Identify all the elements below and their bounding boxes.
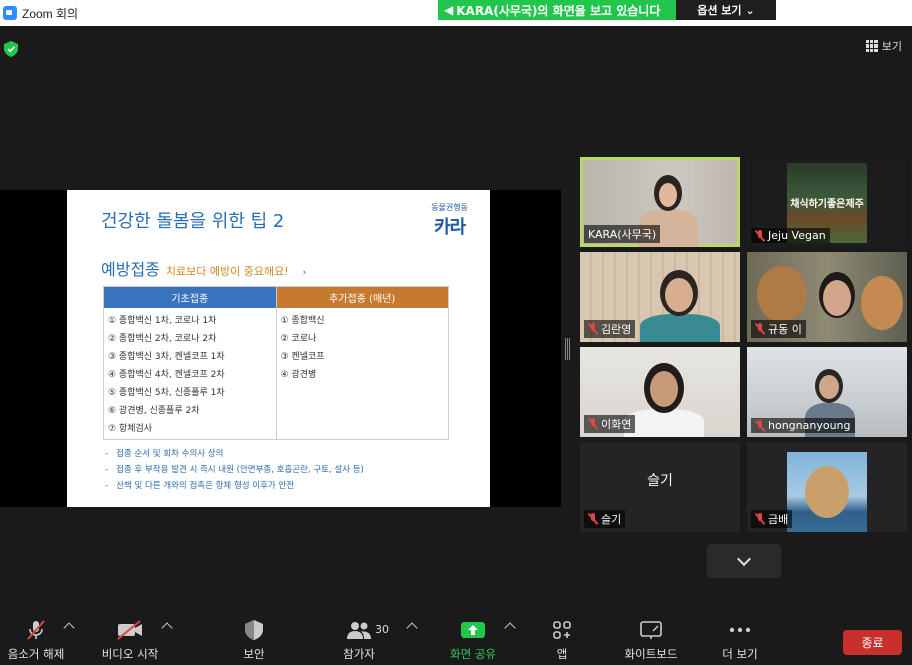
column-header: 기초접종: [104, 287, 276, 308]
org-logo: 동물권행동 카라: [431, 203, 468, 238]
profile-image: [787, 452, 867, 532]
splitter-handle[interactable]: [565, 338, 570, 360]
participant-name: Jeju Vegan: [751, 228, 830, 243]
chevron-down-icon: ⌄: [745, 3, 755, 17]
video-tile[interactable]: 채식하기좋은제주 Jeju Vegan: [747, 157, 907, 247]
participants-icon: [346, 618, 372, 642]
share-message: ◀ KARA(사무국)의 화면을 보고 있습니다: [438, 0, 676, 20]
whiteboard-button[interactable]: 화이트보드: [616, 612, 686, 665]
note-item: 접종 순서 및 회차 수의사 상의: [105, 446, 364, 462]
video-tile[interactable]: 금배: [747, 442, 907, 532]
muted-mic-icon: [755, 323, 765, 335]
start-video-button[interactable]: 비디오 시작: [96, 612, 164, 665]
video-tile[interactable]: 이화연: [580, 347, 740, 437]
video-tile[interactable]: hongnanyoung: [747, 347, 907, 437]
view-button[interactable]: 보기: [865, 38, 902, 54]
share-screen-icon: [460, 618, 486, 642]
participant-name: KARA(사무국): [584, 225, 661, 243]
shield-icon: [244, 618, 264, 642]
vaccine-table: 기초접종 ① 종합백신 1차, 코로나 1차 ② 종합백신 2차, 코로나 2차…: [103, 286, 449, 440]
share-banner: ◀ KARA(사무국)의 화면을 보고 있습니다 옵션 보기 ⌄: [438, 0, 776, 20]
security-shield-icon[interactable]: [4, 41, 18, 57]
whiteboard-icon: [639, 618, 663, 642]
video-off-icon: [116, 618, 144, 642]
unmute-button[interactable]: 음소거 해제: [2, 612, 70, 665]
slide-subtitle: 예방접종 치료보다 예방이 중요해요! ›: [101, 260, 307, 279]
muted-mic-icon: [588, 323, 598, 335]
video-tile[interactable]: 슬기 슬기: [580, 442, 740, 532]
muted-mic-icon: [588, 513, 598, 525]
grid-icon: [865, 40, 878, 52]
zoom-logo-icon: [3, 6, 17, 20]
video-tile[interactable]: KARA(사무국): [580, 157, 740, 247]
list-item: ② 종합백신 2차, 코로나 2차: [108, 334, 217, 344]
cursor-icon: ›: [302, 268, 307, 278]
chevron-down-icon: [736, 551, 752, 566]
list-item: ⑥ 광견병, 신종플루 2차: [108, 406, 200, 416]
gallery-scroll-down-button[interactable]: [707, 544, 781, 578]
security-button[interactable]: 보안: [230, 612, 278, 665]
list-item: ① 종합백신: [280, 316, 325, 326]
list-item: ④ 광견병: [280, 370, 317, 380]
participant-name: 슬기: [584, 510, 626, 528]
list-item: ④ 종합백신 4차, 켄넬코프 2차: [108, 370, 225, 380]
list-item: ② 코로나: [280, 334, 317, 344]
participant-name: 김란영: [584, 320, 636, 338]
view-options-button[interactable]: 옵션 보기 ⌄: [676, 0, 776, 20]
video-tile[interactable]: 규동 이: [747, 252, 907, 342]
list-item: ③ 종합백신 3차, 켄넬코프 1차: [108, 352, 225, 362]
apps-button[interactable]: 앱: [546, 612, 578, 665]
list-item: ③ 켄넬코프: [280, 352, 325, 362]
apps-icon: [552, 618, 572, 642]
muted-mic-icon: [755, 229, 765, 242]
muted-mic-icon: [755, 513, 765, 525]
table-column-basic: 기초접종 ① 종합백신 1차, 코로나 1차 ② 종합백신 2차, 코로나 2차…: [104, 287, 277, 439]
shared-screen[interactable]: 건강한 돌봄을 위한 팁 2 동물권행동 카라 예방접종 치료보다 예방이 중요…: [0, 190, 561, 507]
participant-name: 금배: [751, 510, 793, 528]
participant-name: 규동 이: [751, 320, 806, 338]
window-title: Zoom 회의: [22, 6, 79, 21]
video-tile[interactable]: 김란영: [580, 252, 740, 342]
participant-center-name: 슬기: [647, 473, 673, 489]
slide-notes: 접종 순서 및 회차 수의사 상의 접종 후 부작용 발견 시 즉시 내원 (안…: [105, 446, 364, 494]
share-options-caret[interactable]: [504, 622, 516, 634]
more-button[interactable]: 더 보기: [716, 612, 764, 665]
end-meeting-button[interactable]: 종료: [843, 630, 902, 655]
share-screen-button[interactable]: 화면 공유: [442, 612, 504, 665]
participants-options-caret[interactable]: [406, 622, 418, 634]
speaker-icon: ◀: [444, 3, 454, 17]
list-item: ① 종합백신 1차, 코로나 1차: [108, 316, 217, 326]
participant-name: hongnanyoung: [751, 418, 855, 433]
participant-name: 이화연: [584, 415, 636, 433]
meeting-area: 보기 건강한 돌봄을 위한 팁 2 동물권행동 카라 예방접종 치료보다 예방이…: [0, 26, 912, 612]
column-header: 추가접종 (매년): [276, 287, 448, 308]
muted-mic-icon: [588, 418, 598, 430]
presentation-slide: 건강한 돌봄을 위한 팁 2 동물권행동 카라 예방접종 치료보다 예방이 중요…: [67, 190, 490, 507]
table-column-booster: 추가접종 (매년) ① 종합백신 ② 코로나 ③ 켄넬코프 ④ 광견병: [276, 287, 448, 439]
participants-button[interactable]: 참가자: [334, 612, 384, 665]
slide-title: 건강한 돌봄을 위한 팁 2: [101, 211, 285, 232]
note-item: 산책 및 다른 개와의 접촉은 항체 형성 이후가 안전: [105, 478, 364, 494]
muted-mic-icon: [24, 618, 48, 642]
muted-mic-icon: [755, 419, 765, 432]
meeting-toolbar: 음소거 해제 비디오 시작 보안 참가자 30 화면 공유 앱 화이트보드 더 …: [0, 612, 912, 665]
list-item: ⑦ 항체검사: [108, 424, 153, 434]
participants-count: 30: [375, 623, 389, 636]
more-dots-icon: [729, 618, 751, 642]
list-item: ⑤ 종합백신 5차, 신종플루 1차: [108, 388, 225, 398]
note-item: 접종 후 부작용 발견 시 즉시 내원 (안면부종, 호흡곤란, 구토, 설사 …: [105, 462, 364, 478]
